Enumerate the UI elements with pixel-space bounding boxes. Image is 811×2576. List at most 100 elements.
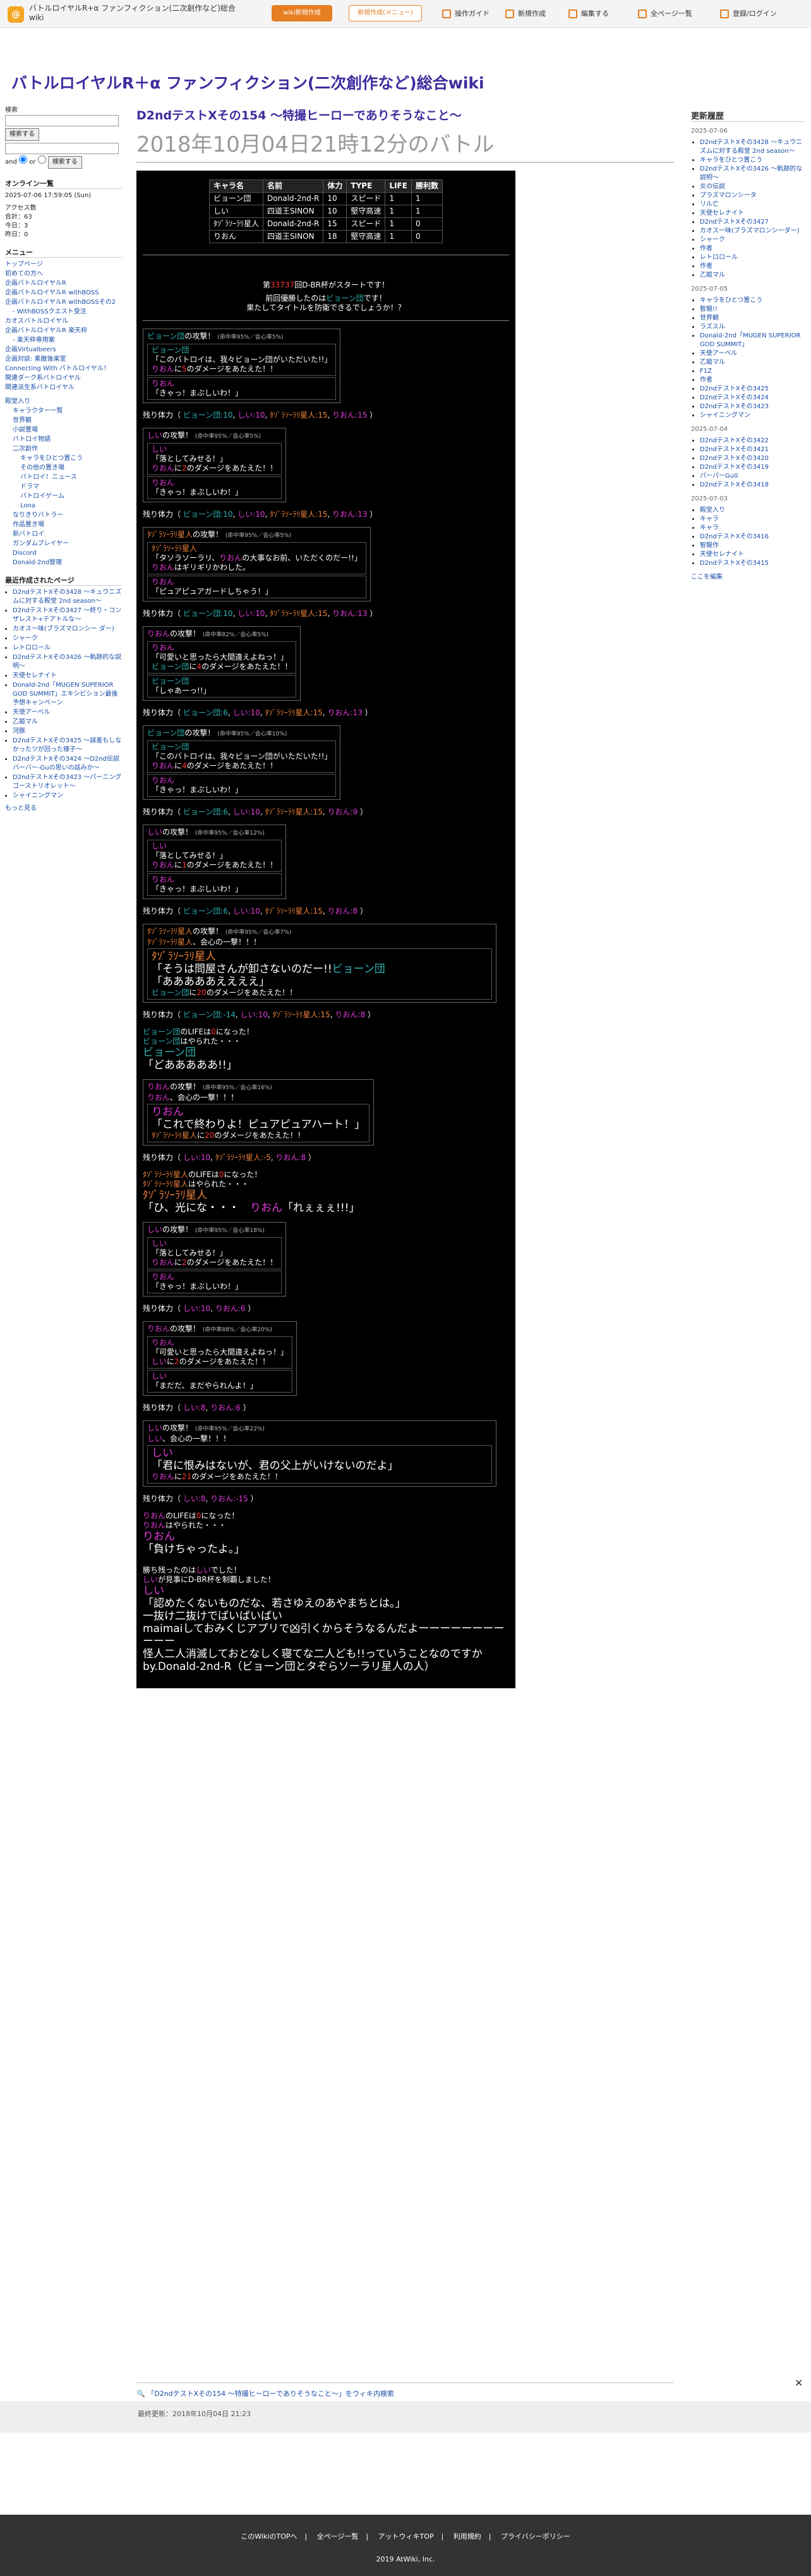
- history-link[interactable]: キャラをひとつ置こう: [700, 157, 762, 164]
- site-title[interactable]: バトルロイヤルR＋α ファンフィクション(二次創作など)総合wiki: [11, 71, 484, 94]
- tree-link[interactable]: その他の置き場: [20, 464, 64, 471]
- footer-link[interactable]: 全ページ一覧: [317, 2532, 359, 2541]
- history-link[interactable]: D2ndテストXその3421: [700, 446, 769, 453]
- menu-link[interactable]: 初めての方へ: [5, 270, 43, 277]
- history-link[interactable]: 殿堂入り: [700, 507, 725, 514]
- recent-link[interactable]: 乙姫マル: [13, 718, 38, 725]
- create-wiki-button[interactable]: wiki新規作成: [272, 5, 332, 21]
- menu-link[interactable]: 企画対談: 素敵後楽室: [5, 356, 66, 363]
- create-menu-button[interactable]: 新規作成(メニュー): [349, 5, 422, 21]
- tree-link[interactable]: 作品置き場: [13, 521, 44, 528]
- history-link[interactable]: D2ndテストXその3419: [700, 464, 769, 471]
- history-link[interactable]: 天使セレナイト: [700, 210, 744, 217]
- tree-link[interactable]: Discord: [13, 550, 37, 557]
- login-link[interactable]: 登録/ログイン: [720, 8, 777, 20]
- history-link[interactable]: D2ndテストXその3424: [700, 394, 769, 401]
- new-page-link[interactable]: 新規作成: [505, 8, 546, 20]
- history-link[interactable]: プラズマロンシータ: [700, 192, 757, 199]
- tree-link[interactable]: 殿堂入り: [5, 398, 30, 405]
- history-link[interactable]: D2ndテストXその3418: [700, 481, 769, 488]
- footer-link[interactable]: このWikiのTOPへ: [241, 2532, 297, 2541]
- menu-link[interactable]: トップページ: [5, 261, 43, 268]
- more-link[interactable]: もっと見る: [5, 805, 37, 812]
- menu-link[interactable]: 関連派生系バトロイヤル: [5, 384, 75, 391]
- history-link[interactable]: キャラ: [700, 516, 719, 523]
- recent-link[interactable]: カオス一味(ブラズマロンシー ダー): [13, 626, 114, 632]
- guide-link[interactable]: 操作ガイド: [442, 8, 490, 20]
- history-link[interactable]: カオス一味(ブラズマロンシーダー): [700, 227, 800, 234]
- menu-link[interactable]: - WithBOSSクエスト受注: [13, 308, 87, 315]
- menu-link[interactable]: 企画バトルロイヤルR withBOSS: [5, 289, 99, 296]
- history-link[interactable]: D2ndテストXその3415: [700, 560, 769, 567]
- recent-link[interactable]: D2ndテストXその3423 〜パーニングゴーストリオレット〜: [13, 774, 121, 790]
- history-link[interactable]: F1Z: [700, 368, 712, 375]
- tree-link[interactable]: 小説置場: [13, 426, 38, 433]
- menu-link[interactable]: 企画Virtualbeers: [5, 346, 56, 353]
- menu-link[interactable]: カオスバトルロイヤル: [5, 318, 68, 325]
- recent-link[interactable]: レトロロール: [13, 644, 51, 651]
- site-name[interactable]: バトルロイヤルR+α ファンフィクション(二次創作など)総合wiki: [29, 4, 244, 23]
- history-link[interactable]: D2ndテストXその3416: [700, 533, 769, 540]
- history-link[interactable]: 智龍!!: [700, 306, 718, 313]
- history-link[interactable]: D2ndテストXその3426 〜軌跡的な説明〜: [700, 166, 802, 181]
- history-link[interactable]: シャイニングマン: [700, 412, 750, 419]
- edit-here-link[interactable]: ここを編集: [691, 574, 723, 581]
- search-input[interactable]: [5, 115, 119, 126]
- and-radio[interactable]: [19, 155, 28, 164]
- edit-link[interactable]: 編集する: [568, 8, 609, 20]
- history-link[interactable]: 天使アーベル: [700, 350, 737, 357]
- menu-link[interactable]: 企画バトルロイヤルR withBOSSその2: [5, 299, 116, 306]
- tree-link[interactable]: なりきりバトラー: [13, 512, 63, 519]
- history-link[interactable]: Donald-2nd「MUGEN SUPERIOR GOD SUMMIT」: [700, 332, 800, 348]
- tree-link[interactable]: 世界観: [13, 417, 32, 424]
- history-link[interactable]: D2ndテストXその3425: [700, 385, 769, 392]
- recent-link[interactable]: D2ndテストXその3425 〜誤差もしなかったツが回った様子〜: [13, 737, 121, 753]
- menu-link[interactable]: 企画バトルロイヤルR 楽天枠: [5, 327, 87, 334]
- history-link[interactable]: 乙姫マル: [700, 272, 725, 279]
- recent-link[interactable]: 天使セレナイト: [13, 672, 57, 679]
- recent-link[interactable]: シャイニングマン: [13, 792, 63, 799]
- tree-link[interactable]: Donald-2nd管理: [13, 559, 62, 566]
- history-link[interactable]: 作者: [700, 263, 712, 270]
- history-link[interactable]: 智龍作: [700, 542, 719, 549]
- tree-link[interactable]: 新バトロイ: [13, 531, 44, 538]
- footer-link[interactable]: プライバシーポリシー: [501, 2532, 570, 2541]
- tree-link[interactable]: キャラクター一覧: [13, 408, 63, 414]
- tree-link[interactable]: バトロイ！ニュース: [20, 474, 77, 481]
- tree-link[interactable]: Lona: [20, 502, 35, 509]
- history-link[interactable]: D2ndテストXその3423: [700, 403, 769, 410]
- wiki-logo-icon[interactable]: @: [8, 6, 24, 23]
- close-icon[interactable]: ✕: [795, 2377, 803, 2389]
- history-link[interactable]: 乙姫マル: [700, 359, 725, 366]
- menu-link[interactable]: - 楽天枠専用案: [13, 337, 55, 344]
- footer-link[interactable]: 利用規約: [454, 2532, 481, 2541]
- menu-link[interactable]: Connecting With バトルロイヤル！: [5, 365, 110, 372]
- history-link[interactable]: キャラ: [700, 524, 719, 531]
- recent-link[interactable]: 河豚: [13, 728, 25, 735]
- or-radio[interactable]: [37, 155, 46, 164]
- all-pages-link[interactable]: 全ページ一覧: [638, 8, 692, 20]
- history-link[interactable]: 作者: [700, 245, 712, 252]
- history-link[interactable]: リル亡: [700, 201, 719, 208]
- history-link[interactable]: 炎の伝説: [700, 183, 725, 190]
- search-button[interactable]: 検索する: [5, 128, 39, 141]
- tree-link[interactable]: キャラをひとつ置こう: [20, 455, 83, 462]
- history-link[interactable]: D2ndテストXその3422: [700, 437, 769, 444]
- tree-link[interactable]: バトロイゲーム: [20, 493, 64, 500]
- history-link[interactable]: 世界観: [700, 315, 719, 322]
- history-link[interactable]: キャラをひとつ置こう: [700, 297, 762, 304]
- history-link[interactable]: 作者: [700, 377, 712, 384]
- search-button-2[interactable]: 検索する: [47, 156, 82, 169]
- recent-link[interactable]: シャーク: [13, 635, 38, 642]
- tree-link[interactable]: ガンダムプレイヤー: [13, 540, 69, 547]
- history-link[interactable]: シャーク: [700, 236, 725, 243]
- wiki-search-link[interactable]: 「D2ndテストXその154 〜特撮ヒーローでありそうなこと〜」をウィキ内検索: [147, 2390, 394, 2398]
- recent-link[interactable]: D2ndテストXその3426 〜軌跡的な説明〜: [13, 654, 121, 670]
- footer-link[interactable]: アットウィキTOP: [378, 2532, 434, 2541]
- tree-link[interactable]: 二次創作: [13, 445, 38, 452]
- search-input-2[interactable]: [5, 143, 119, 154]
- recent-link[interactable]: D2ndテストXその3424 〜D2nd伝説バーバー-Guの思いの話みか〜: [13, 756, 119, 771]
- recent-link[interactable]: D2ndテストXその3428 〜キュウニズムに対する殿堂 2nd season〜: [13, 589, 121, 605]
- history-link[interactable]: D2ndテストXその3427: [700, 219, 769, 226]
- history-link[interactable]: ラズスル: [700, 324, 725, 330]
